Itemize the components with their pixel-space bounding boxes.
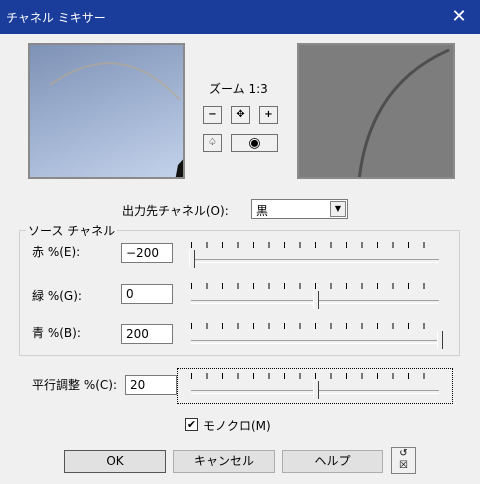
eye-icon: ◉ [248,135,261,151]
green-slider-thumb[interactable] [313,291,319,309]
help-button[interactable]: ヘルプ [282,450,383,473]
red-input[interactable]: −200 [121,243,173,263]
blue-label: 青 %(B): [32,326,81,340]
source-channel-title: ソース チャネル [26,222,118,239]
slider-ticks [191,373,439,379]
zoom-value: 1:3 [248,82,268,96]
offset-slider[interactable] [191,373,439,401]
monochrome-checkbox[interactable]: ✔ [185,418,198,431]
green-input[interactable]: 0 [121,284,173,304]
title-bar: チャネル ミキサー ✕ [0,0,480,34]
red-slider[interactable] [189,242,439,270]
reset-button[interactable]: ↺ ☒ [391,447,416,474]
original-preview-image [49,62,183,177]
slider-ticks [191,242,439,248]
green-label: 緑 %(G): [32,289,82,303]
red-label: 赤 %(E): [32,245,81,259]
result-preview [297,43,455,179]
offset-label: 平行調整 %(C): [32,378,118,392]
ok-button[interactable]: OK [64,450,166,473]
slider-ticks [191,323,439,329]
close-icon[interactable]: ✕ [438,0,480,34]
pan-button[interactable]: ✥ [231,106,250,124]
offset-slider-thumb[interactable] [313,381,319,399]
output-channel-value: 黒 [256,204,269,218]
green-slider[interactable] [191,283,439,311]
slider-track [191,340,439,344]
zoom-text: ズーム [209,82,245,96]
blue-slider-thumb[interactable] [437,331,443,349]
hand-icon: ♤ [208,137,217,148]
zoom-label: ズーム 1:3 [209,80,268,97]
blue-slider[interactable] [191,323,443,351]
slider-ticks [191,283,439,289]
zoom-out-icon: − [208,109,217,120]
offset-input[interactable]: 20 [125,375,177,395]
window-title: チャネル ミキサー [6,11,106,25]
red-slider-thumb[interactable] [189,250,195,268]
zoom-out-button[interactable]: − [203,106,222,124]
blue-input[interactable]: 200 [121,324,173,344]
slider-track [191,259,439,263]
hand-button[interactable]: ♤ [203,134,222,152]
result-preview-image [358,48,450,177]
original-preview [28,43,185,179]
output-channel-label: 出力先チャネル(O): [122,204,229,218]
cancel-button[interactable]: キャンセル [173,450,275,473]
zoom-in-icon: + [264,109,273,120]
preview-toggle-button[interactable]: ◉ [231,134,278,152]
zoom-in-button[interactable]: + [259,106,278,124]
monochrome-label[interactable]: モノクロ(M) [203,417,271,434]
output-channel-select[interactable]: 黒 ▼ [251,199,348,219]
reset-icon: ↺ ☒ [399,448,408,471]
chevron-down-icon[interactable]: ▼ [330,201,346,217]
pan-icon: ✥ [236,109,245,120]
